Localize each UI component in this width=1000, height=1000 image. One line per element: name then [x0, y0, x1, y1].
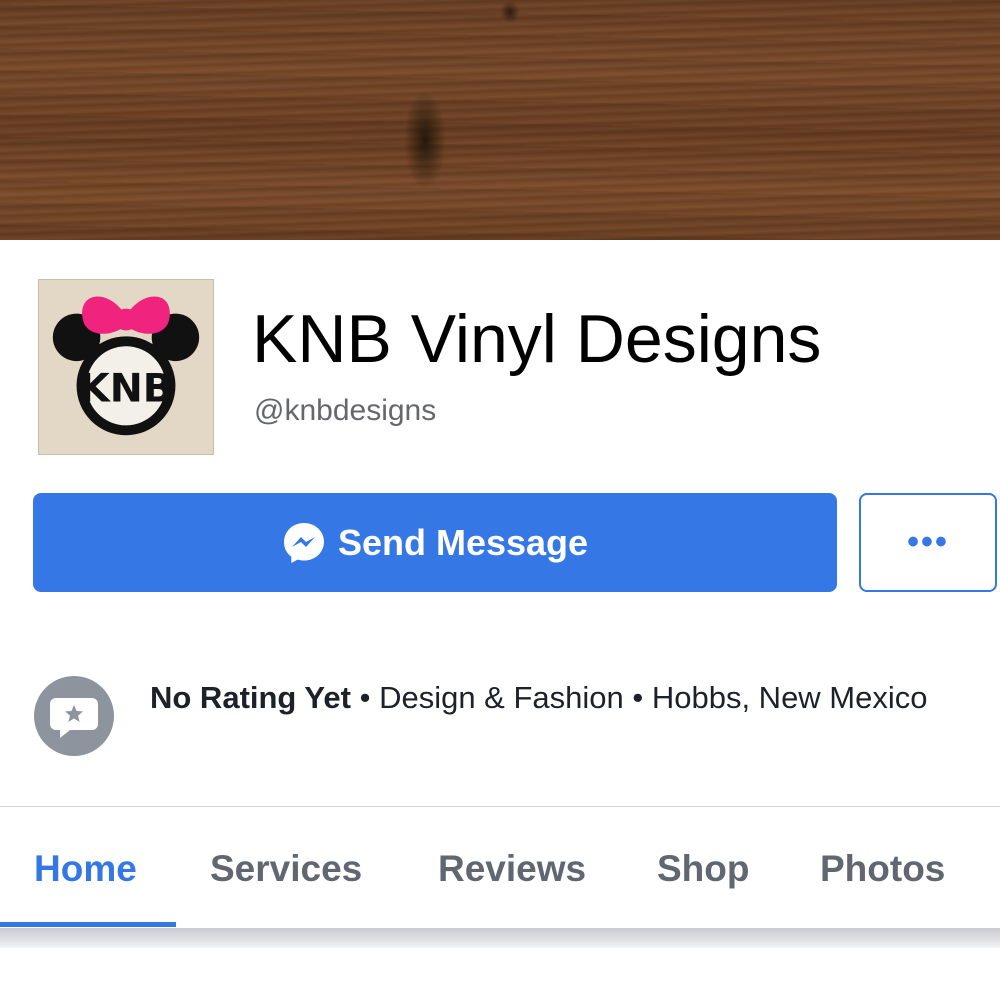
page-location[interactable]: Hobbs, New Mexico [652, 680, 928, 715]
info-separator: • [623, 680, 652, 715]
tab-photos[interactable]: Photos [820, 848, 945, 890]
page-tabs: Home Services Reviews Shop Photos [0, 808, 1000, 928]
cover-photo[interactable] [0, 0, 1000, 240]
section-divider [0, 806, 1000, 807]
send-message-button[interactable]: Send Message [33, 493, 837, 592]
tabs-bottom-shadow [0, 928, 1000, 948]
active-tab-indicator [0, 922, 176, 927]
profile-picture[interactable]: KNB [38, 279, 214, 455]
info-separator: • [350, 680, 380, 715]
more-dots-icon: ••• [907, 523, 949, 561]
tab-shop[interactable]: Shop [657, 848, 749, 890]
page-info-line: No Rating Yet • Design & Fashion • Hobbs… [150, 678, 930, 718]
page-username: @knbdesigns [254, 394, 437, 427]
rating-speech-bubble-icon [34, 676, 114, 756]
messenger-icon [282, 521, 326, 565]
page-title: KNB Vinyl Designs [252, 301, 822, 377]
page-category[interactable]: Design & Fashion [379, 680, 624, 715]
tab-home[interactable]: Home [34, 848, 137, 890]
rating-status: No Rating Yet [150, 680, 351, 715]
more-options-button[interactable]: ••• [859, 493, 997, 592]
tab-services[interactable]: Services [210, 848, 362, 890]
send-message-label: Send Message [337, 521, 589, 563]
avatar-monogram: KNB [79, 366, 173, 412]
minnie-monogram-logo: KNB [52, 296, 200, 436]
tab-reviews[interactable]: Reviews [438, 848, 586, 890]
